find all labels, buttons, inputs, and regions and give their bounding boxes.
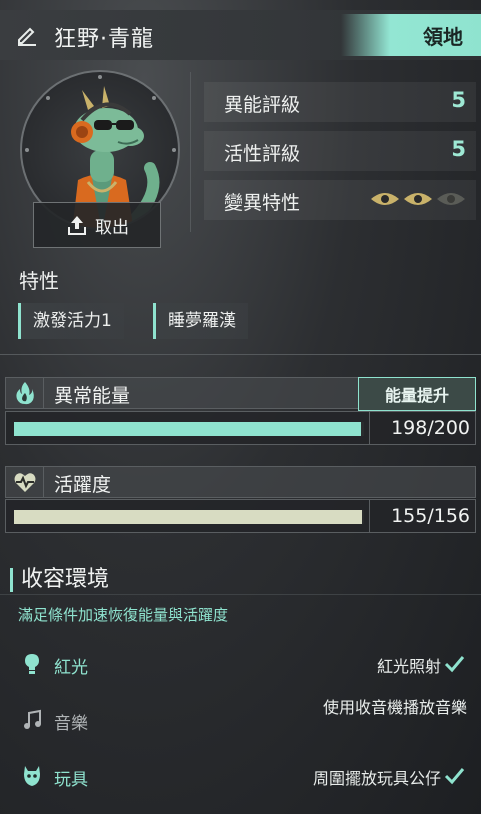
music-note-icon xyxy=(24,709,41,729)
env-name: 音樂 xyxy=(54,714,88,734)
toy-icon xyxy=(24,766,40,786)
divider xyxy=(0,594,481,595)
stat-ability-rating: 異能評級 5 xyxy=(204,82,476,122)
release-label: 取出 xyxy=(95,217,129,238)
mutation-eyes[interactable] xyxy=(370,190,466,208)
env-condition: 使用收音機播放音樂 xyxy=(322,698,467,717)
territory-button[interactable]: 領地 xyxy=(341,14,481,56)
stat-label: 變異特性 xyxy=(224,192,301,214)
env-name: 玩具 xyxy=(54,770,88,790)
env-condition: 周圍擺放玩具公仔 xyxy=(312,769,441,788)
eye-icon-inactive xyxy=(437,193,465,205)
energy-track xyxy=(14,422,364,436)
env-name: 紅光 xyxy=(54,658,88,678)
divider xyxy=(0,354,481,355)
heart-pulse-icon xyxy=(14,473,35,492)
activity-bar: 155/156 xyxy=(5,499,476,533)
env-row-music: 音樂 使用收音機播放音樂 xyxy=(0,692,481,750)
eye-icon xyxy=(371,193,399,205)
energy-fill xyxy=(14,422,361,436)
divider xyxy=(190,72,191,232)
trait-tag[interactable]: 激發活力1 xyxy=(18,303,124,339)
traits-label: 特性 xyxy=(19,269,59,293)
stat-label: 異能評級 xyxy=(224,94,301,116)
activity-track xyxy=(14,510,364,524)
energy-value-cell: 198/200 xyxy=(369,412,475,444)
creature-header: 狂野·青龍 領地 xyxy=(0,10,481,60)
edit-pencil-icon[interactable] xyxy=(15,23,39,47)
stat-mutation-trait: 變異特性 xyxy=(204,180,476,220)
check-icon xyxy=(444,656,465,673)
stat-value: 5 xyxy=(451,88,466,112)
activity-value: 155/156 xyxy=(391,505,470,527)
env-row-toy: 玩具 周圍擺放玩具公仔 xyxy=(0,750,481,802)
eye-icon xyxy=(404,193,432,205)
activity-fill xyxy=(14,510,362,524)
env-row-red-light: 紅光 紅光照射 xyxy=(0,638,481,690)
lightbulb-icon xyxy=(25,654,39,674)
stat-activity-rating: 活性評級 5 xyxy=(204,131,476,171)
activity-title: 活躍度 xyxy=(54,474,112,496)
energy-icon-cell xyxy=(6,378,44,408)
flame-icon xyxy=(15,382,34,405)
energy-boost-button[interactable]: 能量提升 xyxy=(358,377,476,411)
activity-value-cell: 155/156 xyxy=(369,500,475,532)
energy-value: 198/200 xyxy=(391,417,470,439)
energy-bar: 198/200 xyxy=(5,411,476,445)
energy-header: 異常能量 能量提升 xyxy=(5,377,476,411)
containment-title: 收容環境 xyxy=(10,568,109,592)
stat-value: 5 xyxy=(451,137,466,161)
upload-icon xyxy=(68,216,86,235)
energy-title: 異常能量 xyxy=(54,385,131,407)
stat-label: 活性評級 xyxy=(224,143,301,165)
check-icon xyxy=(444,768,465,785)
release-button[interactable]: 取出 xyxy=(33,202,161,248)
env-condition: 紅光照射 xyxy=(376,657,441,676)
trait-tag[interactable]: 睡夢羅漢 xyxy=(153,303,248,339)
containment-subtitle: 滿足條件加速恢復能量與活躍度 xyxy=(18,606,229,624)
activity-header: 活躍度 xyxy=(5,466,476,498)
creature-name: 狂野·青龍 xyxy=(54,27,154,52)
activity-icon-cell xyxy=(6,467,44,497)
